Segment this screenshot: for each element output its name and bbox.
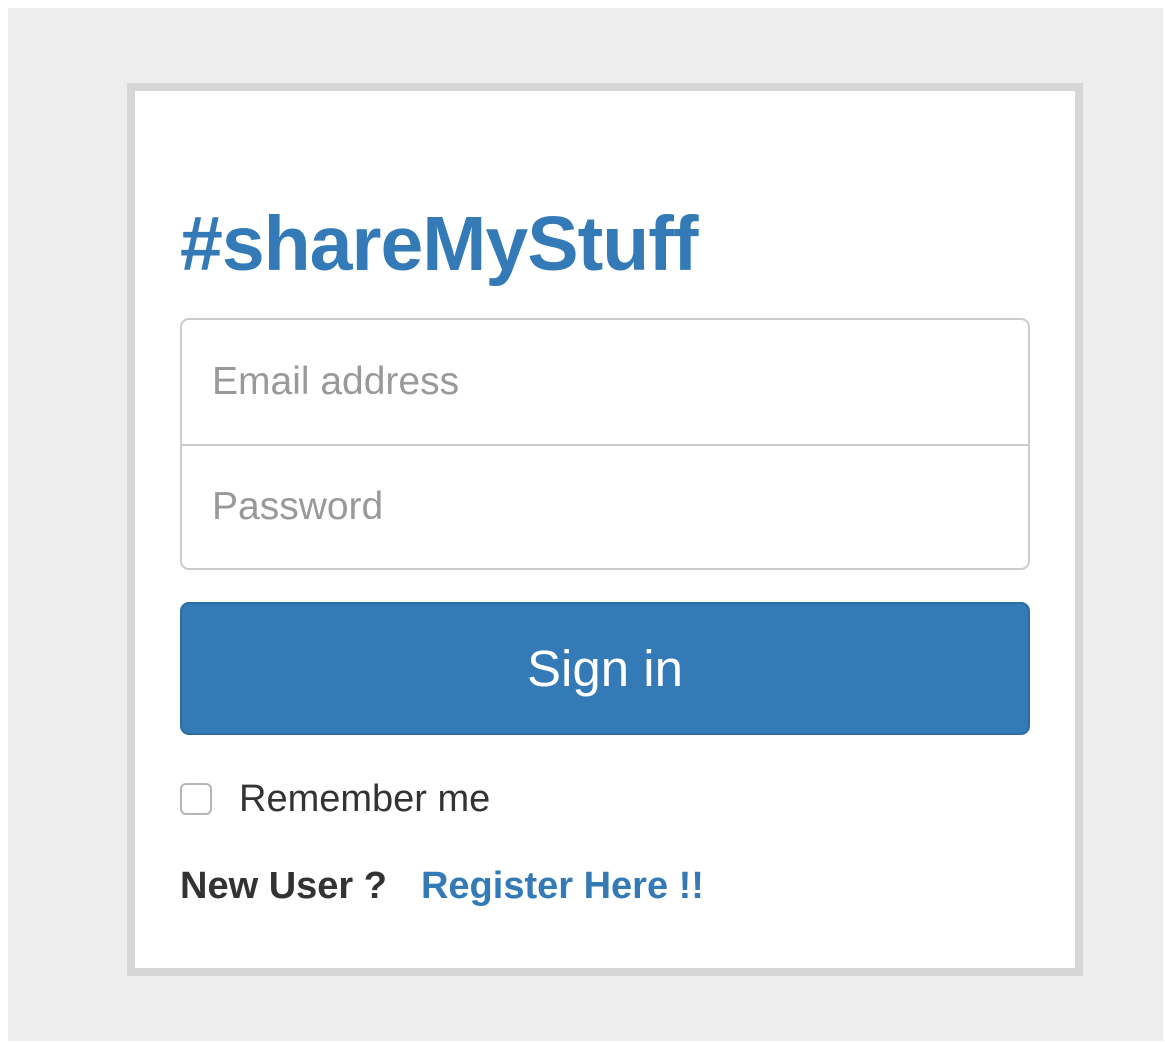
login-card: #shareMyStuff Sign in Remember me New Us…: [127, 83, 1083, 976]
register-row: New User ? Register Here !!: [180, 861, 704, 911]
new-user-text: New User ?: [180, 864, 387, 907]
sign-in-button[interactable]: Sign in: [180, 602, 1030, 735]
credentials-group: [180, 318, 1030, 570]
email-field[interactable]: [180, 318, 1030, 446]
remember-me-label[interactable]: Remember me: [239, 778, 490, 821]
remember-me-checkbox[interactable]: [180, 783, 212, 815]
register-link[interactable]: Register Here !!: [421, 865, 704, 908]
brand-title: #shareMyStuff: [180, 201, 699, 287]
remember-me-row: Remember me: [180, 774, 490, 824]
page-background: #shareMyStuff Sign in Remember me New Us…: [8, 8, 1163, 1041]
password-field[interactable]: [180, 444, 1030, 570]
